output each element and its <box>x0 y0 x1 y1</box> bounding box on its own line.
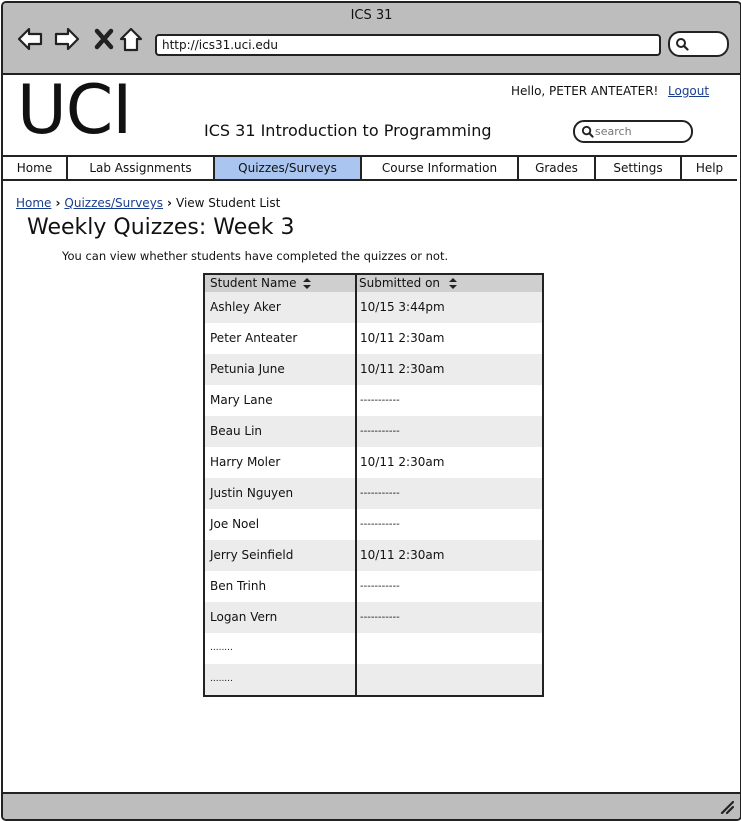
main-nav-tabs: Home Lab Assignments Quizzes/Surveys Cou… <box>3 155 737 181</box>
table-row[interactable]: Jerry Seinfield 10/11 2:30am <box>205 540 542 571</box>
sort-icon[interactable] <box>448 277 458 290</box>
search-icon <box>581 125 594 138</box>
page-subtitle: You can view whether students have compl… <box>62 249 449 263</box>
back-arrow-icon[interactable] <box>16 25 44 53</box>
submitted-on-cell: ----------- <box>360 581 400 592</box>
table-row[interactable]: Harry Moler 10/11 2:30am <box>205 447 542 478</box>
sort-icon[interactable] <box>302 277 312 290</box>
tab-quizzes-surveys[interactable]: Quizzes/Surveys <box>215 157 362 179</box>
table-row[interactable]: Joe Noel ----------- <box>205 509 542 540</box>
student-name-cell: Jerry Seinfield <box>210 548 294 562</box>
tab-lab-assignments[interactable]: Lab Assignments <box>68 157 215 179</box>
chevron-right-icon: › <box>55 196 61 210</box>
breadcrumb-quizzes-link[interactable]: Quizzes/Surveys <box>64 196 163 210</box>
submitted-on-cell: ----------- <box>360 395 400 406</box>
table-row[interactable]: ........ <box>205 633 542 664</box>
tab-course-information[interactable]: Course Information <box>362 157 519 179</box>
search-icon <box>676 38 689 51</box>
column-header-student-name[interactable]: Student Name <box>210 275 350 292</box>
submitted-on-cell: ----------- <box>360 488 400 499</box>
browser-search-field[interactable] <box>668 31 729 57</box>
column-divider <box>355 275 357 695</box>
tab-help[interactable]: Help <box>682 157 737 179</box>
stop-x-icon[interactable] <box>91 25 119 53</box>
url-field[interactable]: http://ics31.uci.edu <box>155 34 661 56</box>
table-row[interactable]: ........ <box>205 664 542 695</box>
page-title: Weekly Quizzes: Week 3 <box>27 215 295 240</box>
resize-grip-icon[interactable] <box>720 800 734 814</box>
status-bar <box>3 792 740 819</box>
window-title: ICS 31 <box>350 8 393 23</box>
submitted-on-cell: ----------- <box>360 612 400 623</box>
logout-link[interactable]: Logout <box>668 84 709 98</box>
tab-home[interactable]: Home <box>3 157 68 179</box>
student-name-cell: Joe Noel <box>210 517 260 531</box>
submitted-on-cell: 10/15 3:44pm <box>360 300 445 314</box>
breadcrumb-current: View Student List <box>176 196 281 210</box>
table-row[interactable]: Mary Lane ----------- <box>205 385 542 416</box>
student-name-cell: ........ <box>210 643 233 653</box>
table-row[interactable]: Logan Vern ----------- <box>205 602 542 633</box>
student-name-cell: Peter Anteater <box>210 331 298 345</box>
student-name-cell: Ben Trinh <box>210 579 267 593</box>
breadcrumb: Home › Quizzes/Surveys › View Student List <box>16 196 280 210</box>
student-name-cell: Logan Vern <box>210 610 278 624</box>
breadcrumb-home-link[interactable]: Home <box>16 196 51 210</box>
submitted-on-cell: ----------- <box>360 519 400 530</box>
student-name-cell: ........ <box>210 674 233 684</box>
student-list-table: Student Name Submitted on Ashley Aker 10… <box>203 273 544 697</box>
chevron-right-icon: › <box>167 196 172 210</box>
student-name-cell: Beau Lin <box>210 424 263 438</box>
site-search-field[interactable] <box>573 120 693 143</box>
home-icon[interactable] <box>117 25 145 53</box>
student-name-cell: Mary Lane <box>210 393 273 407</box>
table-row[interactable]: Justin Nguyen ----------- <box>205 478 542 509</box>
student-name-cell: Petunia June <box>210 362 285 376</box>
student-name-cell: Harry Moler <box>210 455 281 469</box>
submitted-on-cell: ----------- <box>360 426 400 437</box>
browser-window: ICS 31 http://ics31.uci.edu UCI ICS 31 I… <box>1 1 741 821</box>
browser-chrome: ICS 31 http://ics31.uci.edu <box>3 3 740 75</box>
site-title: ICS 31 Introduction to Programming <box>204 121 492 140</box>
column-header-submitted-on[interactable]: Submitted on <box>359 275 529 292</box>
table-row[interactable]: Ashley Aker 10/15 3:44pm <box>205 292 542 323</box>
uci-logo: UCI <box>17 71 132 150</box>
forward-arrow-icon[interactable] <box>53 25 81 53</box>
submitted-on-cell: 10/11 2:30am <box>360 548 445 562</box>
table-row[interactable]: Petunia June 10/11 2:30am <box>205 354 542 385</box>
tab-settings[interactable]: Settings <box>596 157 682 179</box>
table-row[interactable]: Ben Trinh ----------- <box>205 571 542 602</box>
student-name-cell: Ashley Aker <box>210 300 281 314</box>
table-row[interactable]: Beau Lin ----------- <box>205 416 542 447</box>
user-greeting: Hello, PETER ANTEATER! <box>511 84 659 98</box>
table-header: Student Name Submitted on <box>205 275 542 292</box>
submitted-on-cell: 10/11 2:30am <box>360 455 445 469</box>
submitted-on-cell: 10/11 2:30am <box>360 331 445 345</box>
search-input[interactable] <box>595 123 683 139</box>
table-row[interactable]: Peter Anteater 10/11 2:30am <box>205 323 542 354</box>
student-name-cell: Justin Nguyen <box>210 486 294 500</box>
tab-grades[interactable]: Grades <box>519 157 596 179</box>
submitted-on-cell: 10/11 2:30am <box>360 362 445 376</box>
